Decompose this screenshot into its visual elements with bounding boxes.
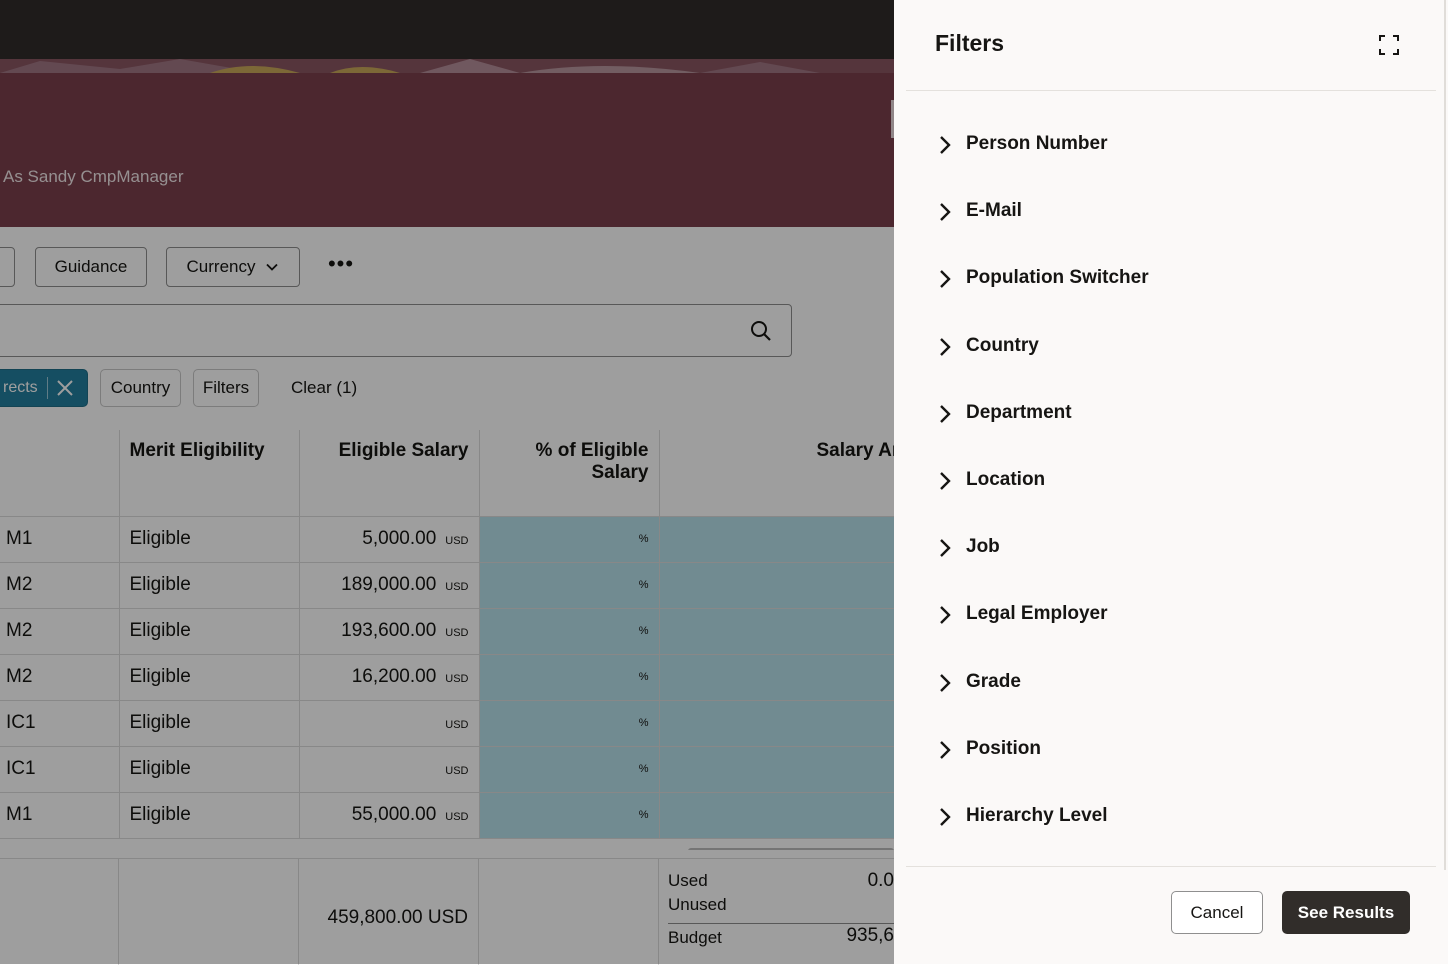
drawer-title: Filters (935, 30, 1005, 56)
see-results-button[interactable]: See Results (1282, 891, 1410, 934)
filter-item-label: Grade (966, 670, 1021, 692)
modal-overlay[interactable] (0, 0, 894, 964)
chevron-right-icon (940, 270, 951, 289)
compensation-worksheet: As Sandy CmpManager Guidance Currency ••… (0, 0, 1448, 965)
cancel-button[interactable]: Cancel (1171, 891, 1263, 934)
chevron-right-icon (940, 808, 951, 826)
filter-item-label: E-Mail (966, 200, 1022, 222)
filters-drawer: Filters Person Number E-Mail Population … (894, 0, 1448, 964)
filter-item-legal-employer[interactable]: Legal Employer (894, 582, 1448, 649)
chevron-right-icon (940, 472, 951, 490)
filter-item-country[interactable]: Country (894, 314, 1448, 381)
filter-item-label: Job (966, 536, 1000, 558)
chevron-right-icon (940, 404, 951, 423)
drawer-footer-divider (906, 866, 1436, 867)
filter-item-label: Position (966, 737, 1041, 759)
filter-item-job[interactable]: Job (894, 515, 1448, 582)
drawer-scrollbar[interactable] (1444, 0, 1446, 870)
filter-item-grade[interactable]: Grade (894, 650, 1448, 717)
filter-item-e-mail[interactable]: E-Mail (894, 179, 1448, 246)
filter-item-hierarchy-level[interactable]: Hierarchy Level (894, 784, 1448, 851)
chevron-right-icon (940, 606, 951, 625)
filter-item-location[interactable]: Location (894, 448, 1448, 515)
chevron-right-icon (940, 740, 951, 759)
filter-item-label: Department (966, 401, 1072, 423)
chevron-right-icon (940, 136, 951, 154)
expand-icon[interactable] (1378, 34, 1400, 56)
drawer-divider (906, 90, 1436, 91)
filter-item-label: Location (966, 468, 1046, 490)
chevron-right-icon (940, 539, 951, 557)
chevron-right-icon (940, 203, 951, 222)
chevron-right-icon (940, 337, 951, 356)
chevron-right-icon (940, 673, 951, 692)
filter-item-population-switcher[interactable]: Population Switcher (894, 246, 1448, 313)
filter-item-label: Hierarchy Level (966, 804, 1108, 826)
filter-item-position[interactable]: Position (894, 717, 1448, 784)
filter-list: Person Number E-Mail Population Switcher… (894, 112, 1448, 851)
filter-item-department[interactable]: Department (894, 381, 1448, 448)
filter-item-label: Country (966, 334, 1039, 356)
filter-item-label: Population Switcher (966, 267, 1149, 289)
filter-item-label: Legal Employer (966, 603, 1108, 625)
filter-item-person-number[interactable]: Person Number (894, 112, 1448, 179)
filter-item-label: Person Number (966, 133, 1108, 154)
